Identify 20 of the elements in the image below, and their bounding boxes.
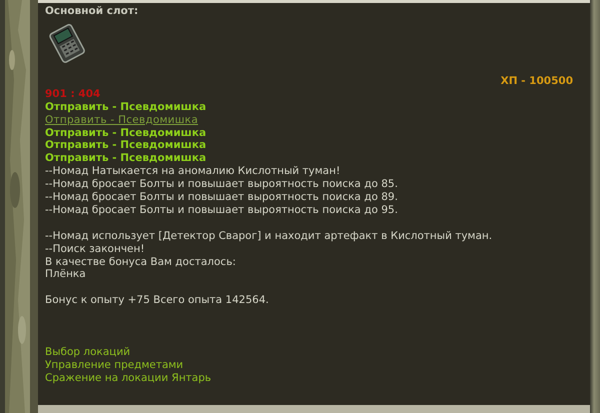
log-line: --Номад бросает Болты и повышает выроятность поиска до 89.	[45, 191, 398, 204]
attack-link[interactable]: Отправить - Псевдомишка	[45, 100, 206, 114]
enemy-health: 901 : 404	[45, 88, 100, 101]
menu-link[interactable]: Управление предметами	[45, 359, 184, 372]
log-line: --Номад бросает Болты и повышает выроятность поиска до 85.	[45, 178, 398, 192]
menu-link[interactable]: Сражение на локации Янтарь	[45, 372, 212, 385]
attack-link[interactable]: Отправить - Псевдомишка	[45, 126, 206, 140]
slot-heading: Основной слот:	[45, 5, 140, 18]
log-line: Плёнка	[45, 268, 86, 282]
player-health: ХП - 100500	[500, 74, 573, 88]
log-line: В качестве бонуса Вам досталось:	[45, 256, 236, 268]
log-line: --Номад использует [Детектор Сварог] и находит артефакт в Кислотный туман.	[45, 230, 492, 243]
attack-link[interactable]: Отправить - Псевдомишка	[45, 139, 206, 152]
log-line: Бонус к опыту +75 Всего опыта 142564.	[45, 294, 269, 308]
menu-link[interactable]: Выбор локаций	[45, 346, 130, 360]
log-line: --Номад Натыкается на аномалию Кислотный туман!	[45, 165, 340, 178]
attack-link[interactable]: Отправить - Псевдомишка	[45, 152, 206, 166]
log-line: --Поиск закончен!	[45, 242, 145, 256]
log-line: --Номад бросает Болты и повышает выроятность поиска до 95.	[45, 204, 398, 217]
attack-link[interactable]: Отправить - Псевдомишка	[45, 114, 198, 127]
